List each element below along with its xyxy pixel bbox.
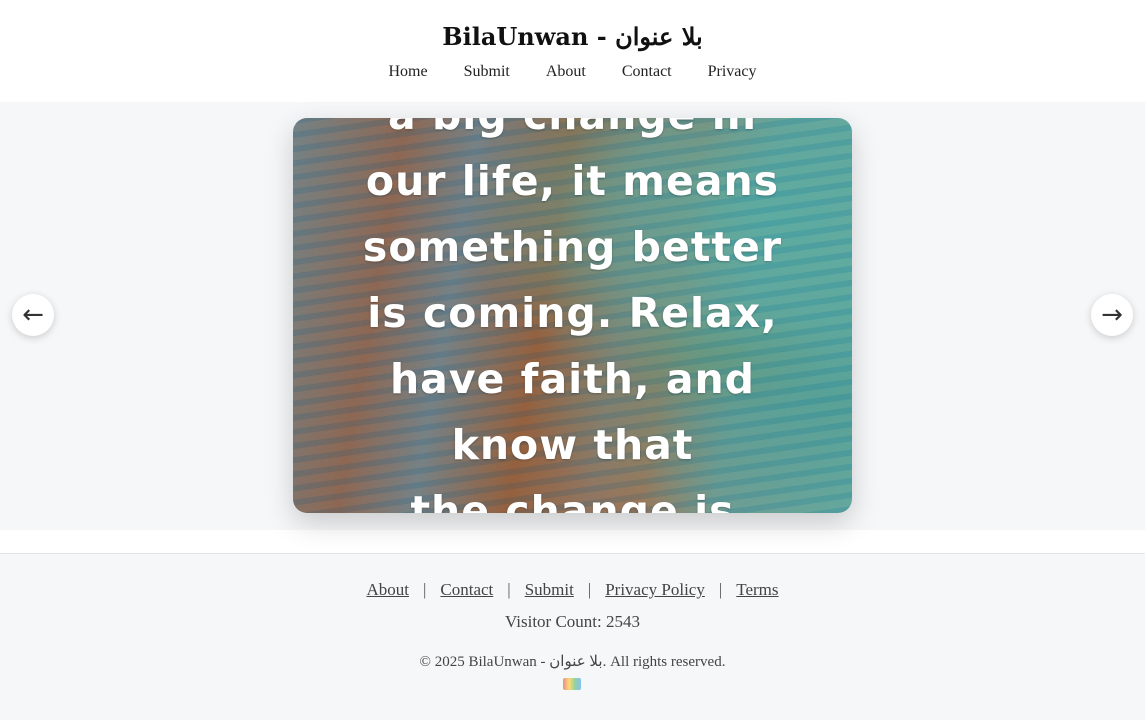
copyright-notice: © 2025 BilaUnwan - بلا عنوان. All rights… bbox=[419, 654, 726, 670]
footer-submit-link[interactable]: Submit bbox=[525, 580, 574, 600]
footer-contact-link[interactable]: Contact bbox=[440, 580, 493, 600]
nav-home-link[interactable]: Home bbox=[389, 63, 428, 81]
previous-slide-button[interactable]: ← bbox=[12, 294, 54, 336]
main-nav: Home Submit About Contact Privacy bbox=[0, 63, 1145, 81]
nav-submit-link[interactable]: Submit bbox=[464, 63, 510, 81]
arrow-right-icon: → bbox=[1101, 300, 1123, 330]
nav-contact-link[interactable]: Contact bbox=[622, 63, 672, 81]
footer-terms-link[interactable]: Terms bbox=[736, 580, 778, 600]
footer-separator: | bbox=[718, 580, 723, 599]
quote-text: a big change in our life, it means somet… bbox=[362, 118, 783, 513]
footer-separator: | bbox=[587, 580, 592, 599]
footer-about-link[interactable]: About bbox=[366, 580, 409, 600]
footer-privacy-policy-link[interactable]: Privacy Policy bbox=[605, 580, 705, 600]
quote-slider: ← a big change in our life, it means som… bbox=[0, 102, 1145, 530]
site-header: BilaUnwan - بلا عنوان Home Submit About … bbox=[0, 0, 1145, 102]
arrow-left-icon: ← bbox=[22, 300, 44, 330]
footer-links: About | Contact | Submit | Privacy Polic… bbox=[0, 580, 1145, 600]
counter-badge-icon bbox=[563, 678, 581, 690]
site-footer: About | Contact | Submit | Privacy Polic… bbox=[0, 553, 1145, 720]
next-slide-button[interactable]: → bbox=[1091, 294, 1133, 336]
footer-separator: | bbox=[507, 580, 511, 599]
site-title[interactable]: BilaUnwan - بلا عنوان bbox=[0, 22, 1145, 51]
visitor-count: Visitor Count: 2543 bbox=[505, 612, 640, 631]
nav-privacy-link[interactable]: Privacy bbox=[708, 63, 757, 81]
quote-image-slide[interactable]: a big change in our life, it means somet… bbox=[293, 118, 852, 513]
footer-separator: | bbox=[422, 580, 427, 599]
nav-about-link[interactable]: About bbox=[546, 63, 586, 81]
